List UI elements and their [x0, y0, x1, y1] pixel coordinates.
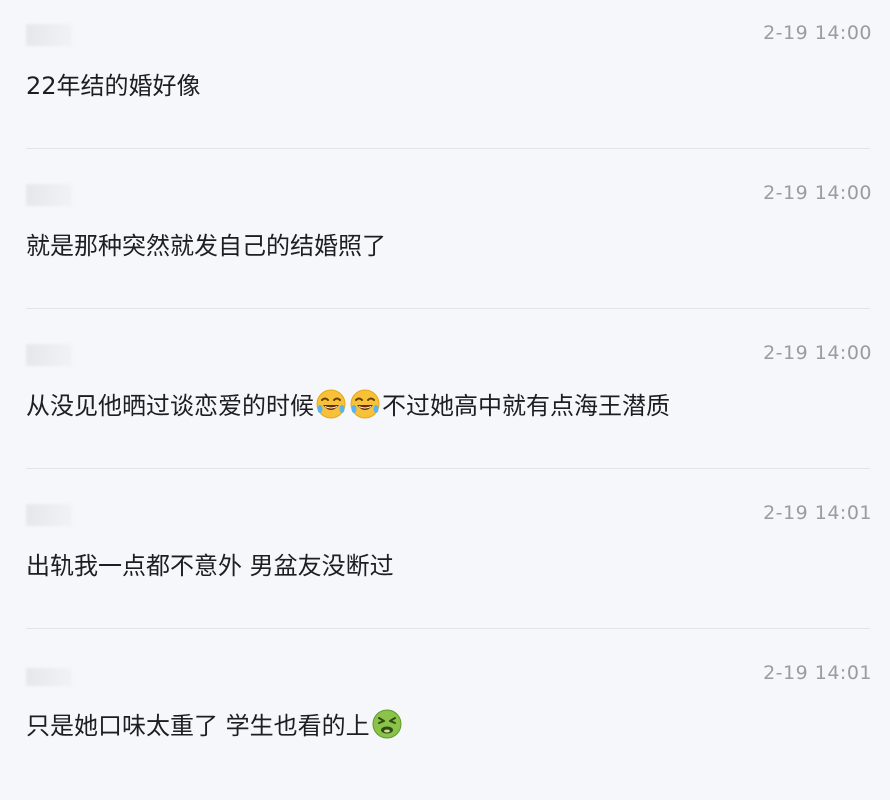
comment-timestamp: 2-19 14:01: [763, 502, 872, 524]
comment-text: 出轨我一点都不意外 男盆友没断过: [26, 546, 394, 581]
comment-text: 22年结的婚好像: [26, 66, 201, 101]
comment-item: 2-19 14:00 22年结的婚好像: [0, 0, 890, 160]
divider: [26, 148, 870, 149]
comment-timestamp: 2-19 14:00: [763, 342, 872, 364]
comment-text: 就是那种突然就发自己的结婚照了: [26, 226, 386, 261]
comment-item: 2-19 14:01 出轨我一点都不意外 男盆友没断过: [0, 480, 890, 640]
comment-item: 2-19 14:00 从没见他晒过谈恋爱的时候 不过她高中就有点海王潜质: [0, 320, 890, 480]
divider: [26, 628, 870, 629]
comment-text-body: 22年结的婚好像: [26, 72, 201, 100]
comment-text-body: 就是那种突然就发自己的结婚照了: [26, 232, 386, 260]
username-blurred[interactable]: [26, 24, 72, 46]
comment-text-before: 从没见他晒过谈恋爱的时候: [26, 392, 314, 420]
comment-timestamp: 2-19 14:00: [763, 182, 872, 204]
username-blurred[interactable]: [26, 668, 72, 686]
comment-text-body: 只是她口味太重了 学生也看的上: [26, 712, 370, 740]
comment-item: 2-19 14:00 就是那种突然就发自己的结婚照了: [0, 160, 890, 320]
username-blurred[interactable]: [26, 344, 72, 366]
laughing-crying-emoji-icon: [350, 389, 380, 418]
comment-text: 从没见他晒过谈恋爱的时候 不过她高中就有点海王潜质: [26, 386, 670, 421]
username-blurred[interactable]: [26, 184, 72, 206]
comment-text: 只是她口味太重了 学生也看的上: [26, 706, 404, 741]
comment-text-body: 出轨我一点都不意外 男盆友没断过: [26, 552, 394, 580]
comment-timestamp: 2-19 14:01: [763, 662, 872, 684]
comment-timestamp: 2-19 14:00: [763, 22, 872, 44]
divider: [26, 468, 870, 469]
comment-item: 2-19 14:01 只是她口味太重了 学生也看的上: [0, 640, 890, 800]
comment-text-after: 不过她高中就有点海王潜质: [382, 392, 670, 420]
nauseated-emoji-icon: [372, 709, 402, 738]
divider: [26, 308, 870, 309]
laughing-crying-emoji-icon: [316, 389, 346, 418]
username-blurred[interactable]: [26, 504, 72, 526]
comment-list: 2-19 14:00 22年结的婚好像 2-19 14:00 就是那种突然就发自…: [0, 0, 890, 790]
